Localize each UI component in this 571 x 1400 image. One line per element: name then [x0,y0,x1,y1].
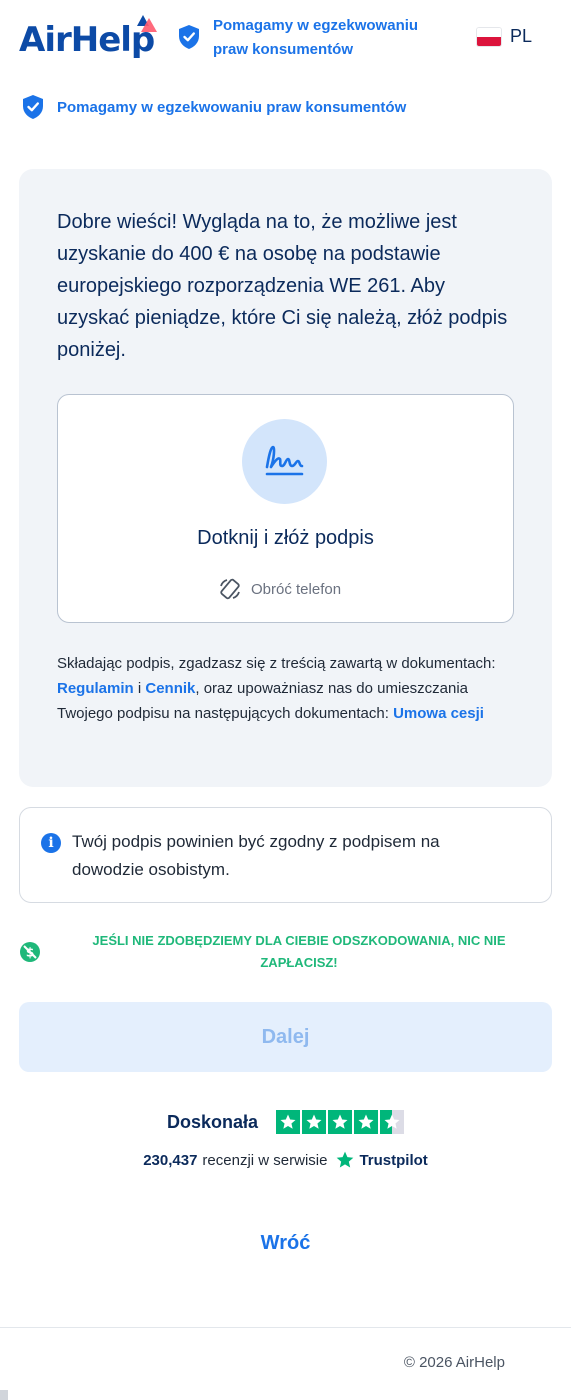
pricing-link[interactable]: Cennik [145,680,195,697]
shield-check-icon [179,25,199,49]
header-consumer-rights-badge: Pomagamy w egzekwowaniu praw konsumentów [178,14,453,62]
star-icon [302,1110,327,1134]
rotate-phone-icon [220,578,240,600]
signature-icon [265,445,304,476]
no-win-no-fee-notice: $ JEŚLI NIE ZDOBĘDZIEMY DLA CIEBIE ODSZK… [19,930,552,974]
next-button[interactable]: Dalej [19,1002,552,1072]
signature-pad[interactable]: Dotknij i złóż podpis Obróć telefon [57,394,514,623]
trustpilot-rating: Doskonała [0,1110,571,1134]
trustpilot-star-icon [337,1151,354,1168]
assignment-agreement-link[interactable]: Umowa cesji [393,705,484,722]
review-count: 230,437 [143,1151,198,1169]
consent-text-and: i [133,680,146,697]
scroll-corner [0,1390,8,1400]
signature-card: Dobre wieści! Wygląda na to, że możliwe … [19,169,552,787]
back-link[interactable]: Wróć [0,1232,571,1255]
logo-mark-icon [137,15,157,32]
terms-link[interactable]: Regulamin [57,680,134,697]
site-header: AirHelp Pomagamy w egzekwowaniu praw kon… [0,0,571,80]
no-win-no-fee-text: JEŚLI NIE ZDOBĘDZIEMY DLA CIEBIE ODSZKOD… [92,933,506,970]
trustpilot-stars [276,1110,405,1134]
language-selector[interactable]: PL [477,26,532,47]
consumer-rights-text: Pomagamy w egzekwowaniu praw konsumentów [57,98,407,116]
shield-check-icon [23,95,43,119]
rotate-phone-hint: Obróć telefon [218,577,341,601]
signature-icon-circle [242,419,327,504]
trustpilot-brand-text: Trustpilot [359,1151,428,1169]
language-code: PL [510,26,533,46]
signature-info-text: Twój podpis powinien być zgodny z podpis… [72,832,440,879]
card-title: Dobre wieści! Wygląda na to, że możliwe … [57,211,508,361]
star-icon [328,1110,353,1134]
rotate-phone-label: Obróć telefon [251,580,342,598]
star-icon [354,1110,379,1134]
signature-prompt: Dotknij i złóż podpis [197,527,374,549]
poland-flag-icon [477,27,501,46]
info-icon: i [41,833,61,853]
header-badge-text: Pomagamy w egzekwowaniu praw konsumentów [213,17,419,58]
trustpilot-brand: Trustpilot [335,1150,428,1170]
consumer-rights-badge: Pomagamy w egzekwowaniu praw konsumentów [22,94,406,120]
star-icon [276,1110,301,1134]
reviews-text: recenzji w serwisie [202,1151,328,1169]
no-fee-icon: $ [20,942,40,962]
copyright-text: © 2026 AirHelp [403,1354,505,1371]
trustpilot-reviews[interactable]: 230,437 recenzji w serwisie Trustpilot [0,1150,571,1170]
consent-text: Składając podpis, zgadzasz się z treścią… [57,651,517,726]
consent-text-part1: Składając podpis, zgadzasz się z treścią… [57,655,496,672]
footer-divider [0,1327,571,1328]
signature-info-box: i Twój podpis powinien być zgodny z podp… [19,807,552,903]
airhelp-logo[interactable]: AirHelp [19,20,155,60]
half-star-icon [380,1110,405,1134]
trustpilot-rating-label: Doskonała [166,1111,259,1132]
